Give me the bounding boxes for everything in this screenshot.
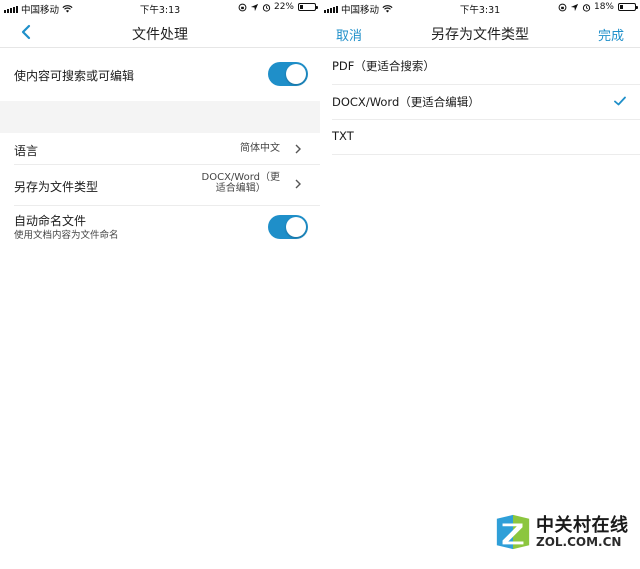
location-icon	[570, 3, 579, 11]
lock-rotation-icon	[558, 3, 567, 11]
checkmark-icon	[614, 96, 626, 106]
auto-name-row: 自动命名文件 使用文档内容为文件命名	[0, 206, 320, 246]
save-as-value: DOCX/Word（更 适合编辑）	[202, 172, 280, 194]
option-docx[interactable]: DOCX/Word（更适合编辑）	[320, 85, 640, 119]
option-pdf[interactable]: PDF（更适合搜索）	[320, 49, 640, 83]
option-txt[interactable]: TXT	[320, 120, 640, 154]
lock-rotation-icon	[238, 3, 247, 11]
status-right-icons: 18%	[558, 2, 638, 12]
nav-bar: 文件处理	[0, 16, 320, 48]
status-bar: 中国移动 下午3:31 18%	[320, 0, 640, 16]
location-icon	[250, 3, 259, 11]
language-row[interactable]: 语言 简体中文	[0, 133, 320, 164]
zol-watermark: 中关村在线 ZOL.COM.CN	[494, 509, 629, 559]
battery-icon	[618, 3, 638, 11]
option-label: DOCX/Word（更适合编辑）	[332, 95, 480, 109]
save-as-row[interactable]: 另存为文件类型 DOCX/Word（更 适合编辑）	[0, 165, 320, 205]
save-as-label: 另存为文件类型	[14, 180, 99, 194]
battery-fill	[300, 5, 304, 9]
searchable-toggle[interactable]	[268, 62, 308, 86]
battery-percent: 22%	[273, 2, 294, 12]
option-label: PDF（更适合搜索）	[332, 59, 435, 73]
watermark-domain: ZOL.COM.CN	[536, 535, 622, 549]
status-right-icons: 22%	[238, 2, 318, 12]
battery-fill	[620, 5, 623, 9]
battery-icon	[298, 3, 318, 11]
auto-name-toggle[interactable]	[268, 215, 308, 239]
file-processing-screen: 中国移动 下午3:13 22% 文件处理 使内容可搜索或可编辑 语言 简体中文 …	[0, 0, 320, 569]
zol-logo-icon	[496, 514, 530, 550]
battery-percent: 18%	[593, 2, 614, 12]
chevron-right-icon	[295, 179, 301, 189]
alarm-icon	[262, 3, 271, 12]
save-as-type-screen: 中国移动 下午3:31 18% 取消 另存为文件类型 完成 PDF（更适合搜索）…	[320, 0, 640, 569]
row-divider	[332, 154, 640, 155]
alarm-icon	[582, 3, 591, 12]
watermark-brand: 中关村在线	[536, 515, 629, 536]
save-as-value-line2: 适合编辑）	[215, 183, 266, 194]
searchable-row: 使内容可搜索或可编辑	[0, 49, 320, 101]
auto-name-sublabel: 使用文档内容为文件命名	[14, 230, 119, 241]
nav-bar: 取消 另存为文件类型 完成	[320, 16, 640, 48]
language-label: 语言	[14, 144, 39, 158]
section-spacer	[0, 101, 320, 133]
language-value: 简体中文	[240, 143, 280, 154]
searchable-label: 使内容可搜索或可编辑	[14, 69, 135, 83]
option-label: TXT	[332, 129, 354, 143]
done-button[interactable]: 完成	[598, 25, 624, 44]
chevron-right-icon	[295, 144, 301, 154]
page-title: 另存为文件类型	[431, 27, 529, 43]
save-as-value-line1: DOCX/Word（更	[201, 172, 280, 183]
page-title: 文件处理	[132, 27, 188, 43]
toggle-knob	[286, 64, 306, 84]
status-bar: 中国移动 下午3:13 22%	[0, 0, 320, 16]
toggle-knob	[286, 217, 306, 237]
